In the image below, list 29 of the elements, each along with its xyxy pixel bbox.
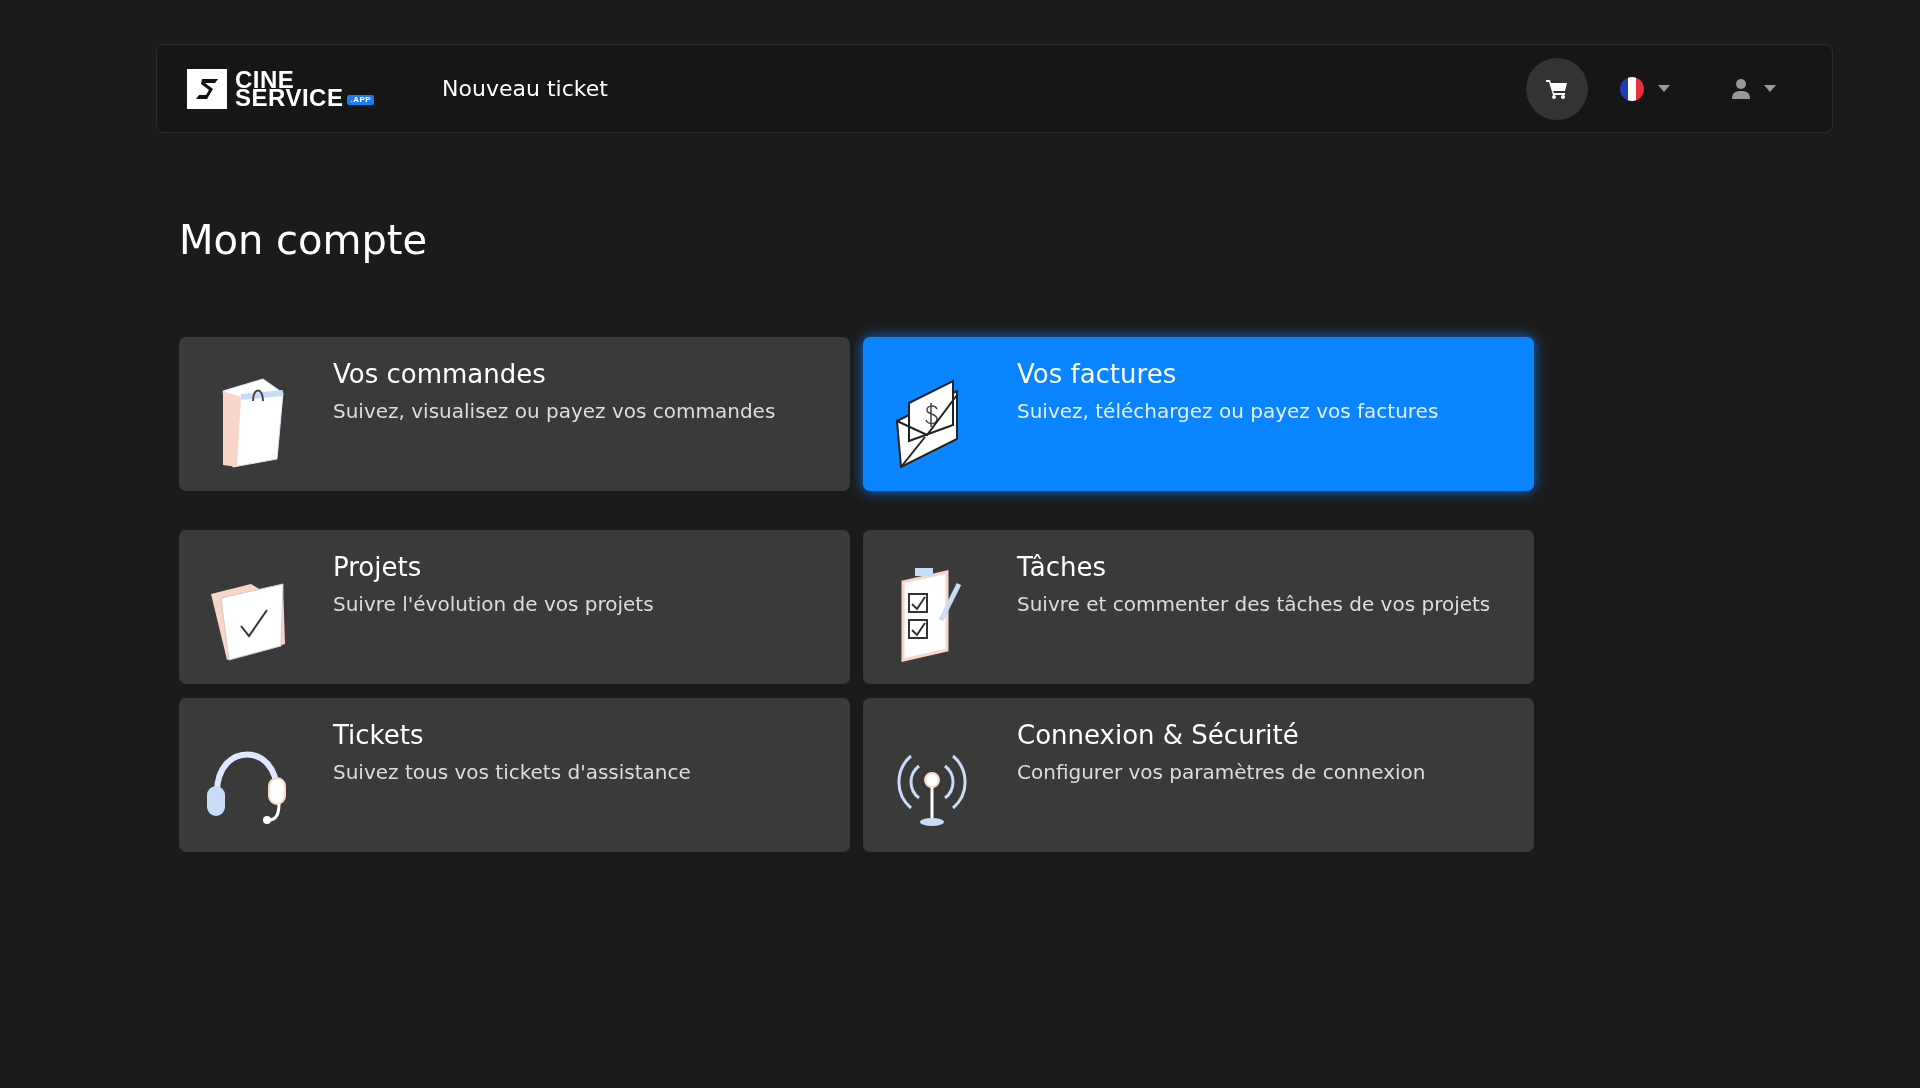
card-title: Projets xyxy=(333,552,423,582)
logo-badge: .APP xyxy=(347,94,375,105)
card-title: Connexion & Sécurité xyxy=(1017,720,1300,750)
account-card[interactable]: Projets Suivre l'évolution de vos projets xyxy=(179,530,850,684)
account-card[interactable]: Tâches Suivre et commenter des tâches de vos projets xyxy=(863,530,1534,684)
logo-text: SERVICE xyxy=(235,88,344,107)
nav-link[interactable]: Nouveau ticket xyxy=(442,76,608,101)
account-card[interactable]: Vos commandes Suivez, visualisez ou payez vos commandes xyxy=(179,337,850,491)
account-card[interactable]: Vos factures Suivez, téléchargez ou payez vos factures xyxy=(863,337,1534,491)
card-description: Suivez, visualisez ou payez vos commandes xyxy=(333,399,776,423)
card-description: Suivez tous vos tickets d'assistance xyxy=(333,760,691,784)
card-description: Configurer vos paramètres de connexion xyxy=(1017,760,1426,784)
cart-icon xyxy=(1546,78,1568,99)
caret-icon xyxy=(1764,85,1776,92)
card-description: Suivre l'évolution de vos projets xyxy=(333,592,654,616)
logo-text: CINE xyxy=(235,70,295,89)
card-description: Suivez, téléchargez ou payez vos factures xyxy=(1017,399,1439,423)
page-title: Mon compte xyxy=(179,217,429,263)
user-icon xyxy=(1732,78,1750,99)
account-card[interactable]: Connexion & Sécurité Configurer vos paramètres de connexion xyxy=(863,698,1534,852)
card-title: Tâches xyxy=(1017,552,1108,582)
caret-icon xyxy=(1658,85,1670,92)
card-title: Tickets xyxy=(333,720,425,750)
card-title: Vos factures xyxy=(1017,359,1178,389)
card-description: Suivre et commenter des tâches de vos projets xyxy=(1017,592,1491,616)
account-card[interactable]: Tickets Suivez tous vos tickets d'assistance xyxy=(179,698,850,852)
flag-icon xyxy=(1620,76,1644,101)
logo-icon xyxy=(187,68,227,109)
card-title: Vos commandes xyxy=(333,359,547,389)
